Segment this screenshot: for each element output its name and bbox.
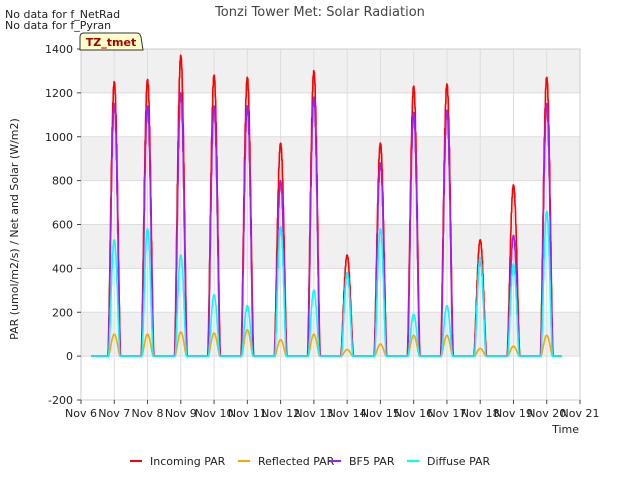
solar-radiation-chart: -200 0 200 400 600 800 1000 1200 1400 Nov 6 Nov 7… (8, 5, 600, 468)
y-tick-label: 200 (52, 306, 73, 319)
x-axis-label: Time (551, 423, 579, 436)
legend-label: BF5 PAR (349, 455, 395, 468)
grid-band (81, 224, 580, 269)
grid-band (81, 49, 580, 93)
y-tick-label: 1200 (45, 87, 73, 100)
y-tick-label: 0 (66, 350, 73, 363)
x-tick-label: Nov 6 (65, 407, 97, 420)
chart-title: Tonzi Tower Met: Solar Radiation (214, 5, 425, 20)
x-tick-label: Nov 8 (132, 407, 164, 420)
y-tick-label: 800 (52, 175, 73, 188)
grid-band (81, 312, 580, 357)
x-tick-label: Nov 7 (98, 407, 130, 420)
y-axis-label: PAR (umol/m2/s) / Net and Solar (W/m2) (8, 118, 21, 340)
y-tick-label: 1000 (45, 131, 73, 144)
site-tag: TZ_tmet (79, 32, 144, 51)
legend-label: Reflected PAR (258, 455, 335, 468)
y-tick-label: 1400 (45, 43, 73, 56)
y-tick-label: 400 (52, 262, 73, 275)
legend-label: Diffuse PAR (427, 455, 491, 468)
x-tick-label: Nov 9 (165, 407, 197, 420)
y-tick-label: 600 (52, 219, 73, 232)
x-tick-label: Nov 21 (561, 407, 600, 420)
y-tick-label: -200 (48, 394, 73, 407)
grid-band (81, 136, 580, 181)
legend: Incoming PAR Reflected PAR BF5 PAR Diffuse … (130, 455, 491, 468)
legend-label: Incoming PAR (150, 455, 226, 468)
site-tag-label: TZ_tmet (86, 36, 136, 49)
